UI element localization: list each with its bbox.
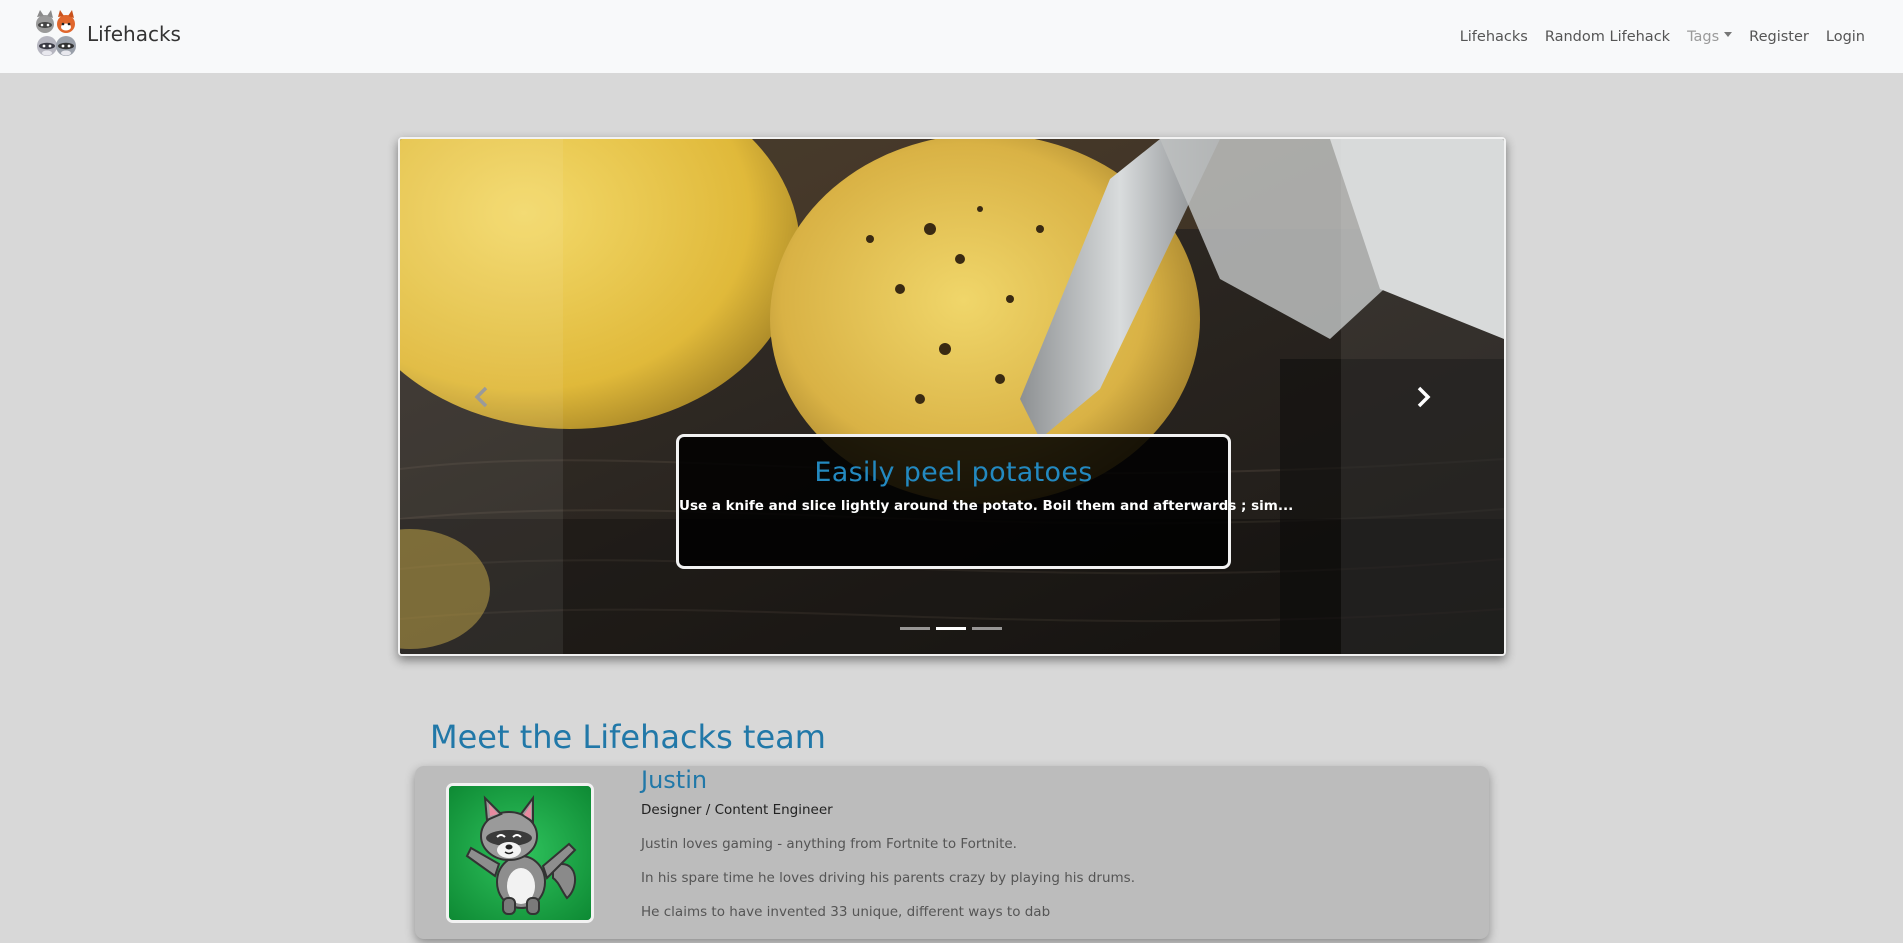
lifehack-carousel: Easily peel potatoes Use a knife and sli… [398,137,1506,656]
slide-caption-title: Easily peel potatoes [814,457,1093,488]
member-bio-line-1: Justin loves gaming - anything from Fort… [641,836,1017,852]
nav-link-register[interactable]: Register [1749,29,1809,45]
brand-name: Lifehacks [87,22,181,46]
slide-caption-text: Use a knife and slice lightly around the… [679,498,1294,514]
carousel-indicators [900,627,1008,630]
nav-dropdown-tags-label: Tags [1687,28,1720,45]
brand-link[interactable]: Lifehacks [33,10,181,58]
nav-links: Lifehacks Random Lifehack Tags Register … [1443,0,1865,73]
nav-link-login[interactable]: Login [1826,29,1865,45]
raccoon-logo-icon [33,10,79,58]
caret-down-icon [1724,32,1733,37]
slide-image-potato [400,139,1504,654]
member-role: Designer / Content Engineer [641,802,833,818]
top-navbar: Lifehacks Lifehacks Random Lifehack Tags… [0,0,1903,73]
carousel-next-button[interactable] [1341,139,1504,654]
chevron-left-icon [474,386,487,407]
team-heading: Meet the Lifehacks team [430,718,826,756]
nav-dropdown-tags[interactable]: Tags [1687,28,1733,45]
chevron-right-icon [1417,386,1430,407]
carousel-prev-button[interactable] [400,139,563,654]
team-member-card: Justin Designer / Content Engineer Justi… [415,766,1489,939]
member-name: Justin [641,766,708,794]
member-bio-line-3: He claims to have invented 33 unique, di… [641,904,1051,920]
slide-caption[interactable]: Easily peel potatoes Use a knife and sli… [676,434,1294,569]
dabbing-raccoon-avatar [446,783,594,923]
member-bio-line-2: In his spare time he loves driving his p… [641,870,1135,886]
nav-link-lifehacks[interactable]: Lifehacks [1460,29,1528,45]
carousel-indicator-2[interactable] [936,627,966,630]
carousel-indicator-3[interactable] [972,627,1002,630]
nav-link-random-lifehack[interactable]: Random Lifehack [1545,29,1670,45]
carousel-indicator-1[interactable] [900,627,930,630]
